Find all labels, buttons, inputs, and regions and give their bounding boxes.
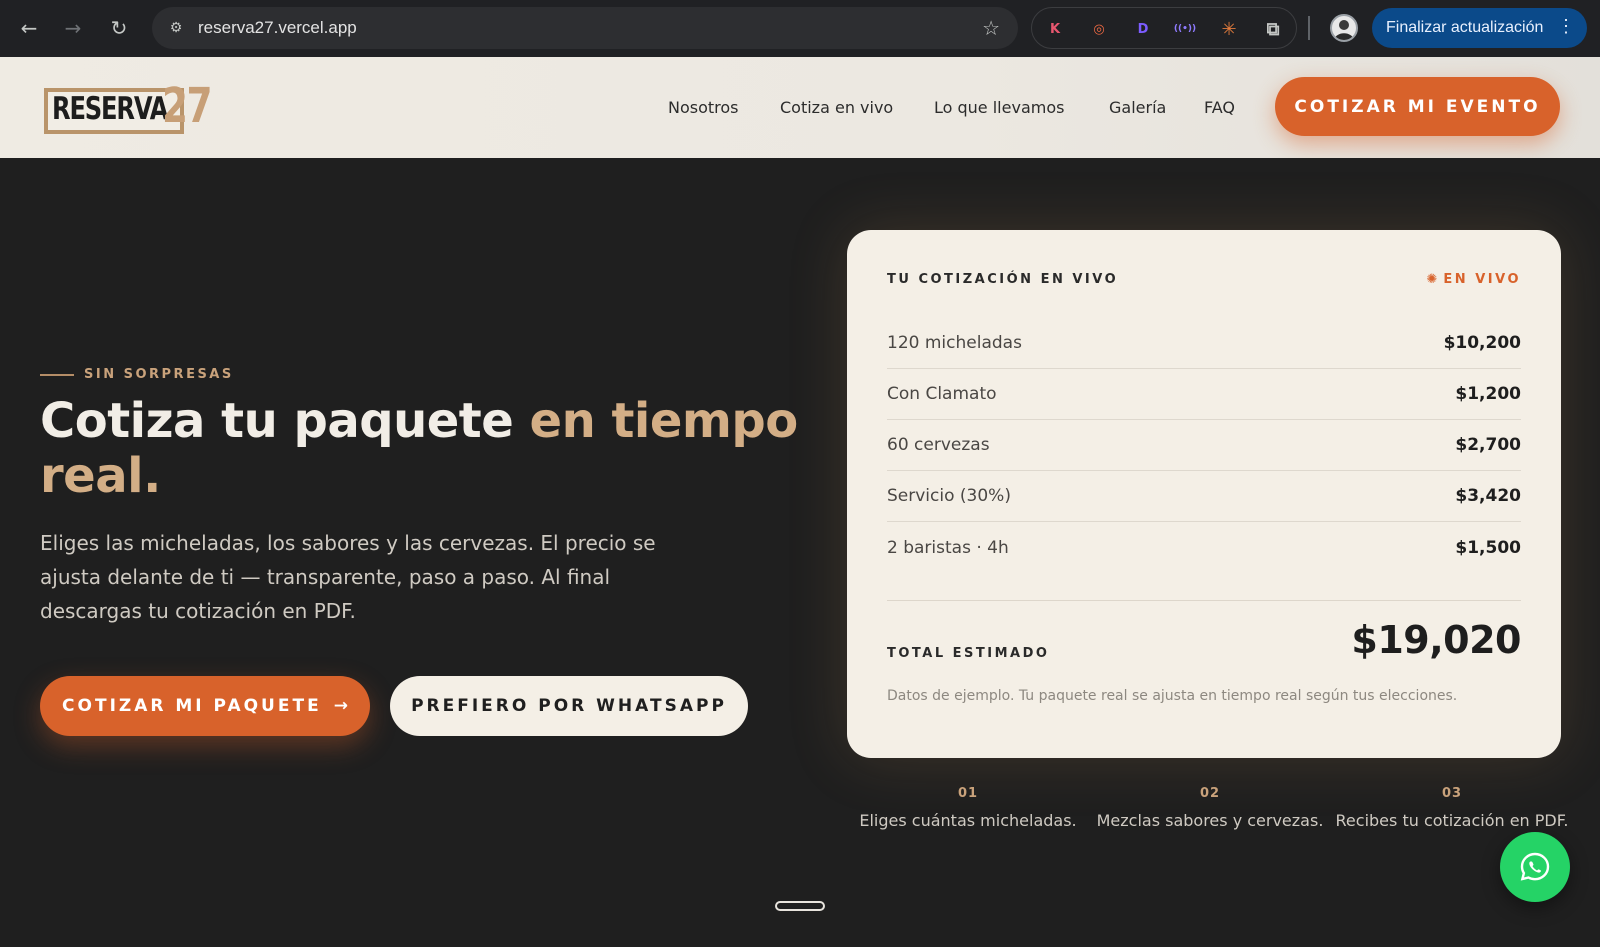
- eyebrow-text: SIN SORPRESAS: [84, 367, 234, 382]
- puzzle-extension-icon[interactable]: ⧉: [1262, 18, 1284, 40]
- broadcast-extension-icon[interactable]: ((•)): [1174, 18, 1196, 40]
- update-button-label: Finalizar actualización: [1386, 19, 1544, 36]
- hero-headline: Cotiza tu paquete en tiempo real.: [40, 394, 800, 504]
- reload-icon[interactable]: ↻: [106, 15, 132, 41]
- eyebrow: SIN SORPRESAS: [40, 367, 234, 382]
- update-button[interactable]: Finalizar actualización ⋮: [1372, 8, 1587, 48]
- whatsapp-icon: [1520, 852, 1550, 881]
- site-header: RESERVA 27 Nosotros Cotiza en vivo Lo qu…: [0, 57, 1600, 158]
- address-bar[interactable]: ⚙ reserva27.vercel.app ☆: [152, 7, 1018, 49]
- d-extension-icon[interactable]: D: [1132, 18, 1154, 40]
- quote-row-label: Servicio (30%): [887, 486, 1011, 506]
- quote-row: 2 baristas · 4h $1,500: [887, 522, 1521, 573]
- cotizar-paquete-label: COTIZAR MI PAQUETE: [62, 696, 322, 716]
- step-item: 03 Recibes tu cotización en PDF.: [1331, 786, 1573, 832]
- hero-section: SIN SORPRESAS Cotiza tu paquete en tiemp…: [0, 158, 1600, 947]
- quote-row: 120 micheladas $10,200: [887, 318, 1521, 369]
- nav-link-cotiza-en-vivo[interactable]: Cotiza en vivo: [780, 98, 893, 117]
- logo[interactable]: RESERVA 27: [44, 78, 220, 135]
- quote-row-value: $10,200: [1443, 333, 1521, 353]
- nav-link-faq[interactable]: FAQ: [1204, 98, 1235, 117]
- k-extension-icon[interactable]: K: [1044, 18, 1066, 40]
- menu-dots-icon[interactable]: ⋮: [1557, 16, 1575, 37]
- logo-word: RESERVA: [52, 91, 168, 127]
- nav-link-nosotros[interactable]: Nosotros: [668, 98, 739, 117]
- whatsapp-floating-button[interactable]: [1500, 832, 1570, 902]
- cotizar-paquete-button[interactable]: COTIZAR MI PAQUETE →: [40, 676, 370, 736]
- step-item: 01 Eliges cuántas micheladas.: [847, 786, 1089, 832]
- quote-row-label: Con Clamato: [887, 384, 997, 404]
- live-badge-label: EN VIVO: [1443, 272, 1521, 287]
- forward-arrow-icon[interactable]: →: [60, 15, 86, 41]
- step-text: Mezclas sabores y cervezas.: [1096, 811, 1324, 830]
- headline-start: Cotiza tu paquete: [40, 393, 530, 449]
- instagram-extension-icon[interactable]: ◎: [1088, 18, 1110, 40]
- quote-row-value: $1,200: [1455, 384, 1521, 404]
- sparkle-extension-icon[interactable]: ✳: [1218, 18, 1240, 40]
- hero-lead: Eliges las micheladas, los sabores y las…: [40, 531, 656, 623]
- eyebrow-line: [40, 373, 74, 376]
- quote-row-value: $3,420: [1455, 486, 1521, 506]
- quote-row-value: $1,500: [1455, 537, 1521, 558]
- step-number: 01: [957, 786, 979, 801]
- live-badge: ✺ EN VIVO: [1427, 272, 1521, 287]
- arrow-right-icon: →: [333, 696, 348, 716]
- nav-link-lo-que-llevamos[interactable]: Lo que llevamos: [934, 98, 1064, 117]
- quote-row: 60 cervezas $2,700: [887, 420, 1521, 471]
- back-arrow-icon[interactable]: ←: [16, 15, 42, 41]
- quote-card: TU COTIZACIÓN EN VIVO ✺ EN VIVO 120 miche…: [847, 230, 1561, 758]
- quote-row: Servicio (30%) $3,420: [887, 471, 1521, 522]
- steps: 01 Eliges cuántas micheladas. 02 Mezclas…: [847, 786, 1575, 832]
- quote-row-label: 120 micheladas: [887, 333, 1022, 353]
- step-text: Recibes tu cotización en PDF.: [1335, 811, 1569, 830]
- quote-row-label: 60 cervezas: [887, 435, 990, 455]
- quote-divider: [887, 600, 1521, 601]
- scroll-indicator[interactable]: [775, 901, 825, 911]
- bookmark-star-icon[interactable]: ☆: [982, 16, 1000, 40]
- nav-link-galeria[interactable]: Galería: [1109, 98, 1166, 117]
- sparkle-icon: ✺: [1426, 272, 1438, 287]
- site-info-icon[interactable]: ⚙: [166, 18, 186, 38]
- quote-card-title: TU COTIZACIÓN EN VIVO: [887, 272, 1119, 287]
- logo-number: 27: [162, 78, 213, 134]
- quote-items: 120 micheladas $10,200 Con Clamato $1,20…: [887, 318, 1521, 573]
- step-number: 02: [1199, 786, 1221, 801]
- profile-avatar-icon: [1334, 20, 1354, 40]
- url-text[interactable]: reserva27.vercel.app: [198, 18, 357, 38]
- step-number: 03: [1441, 786, 1463, 801]
- quote-row-value: $2,700: [1455, 435, 1521, 455]
- extensions-group: K ◎ D ((•)) ✳ ⧉: [1031, 7, 1297, 49]
- total-label: TOTAL ESTIMADO: [887, 646, 1050, 661]
- profile-avatar[interactable]: [1330, 14, 1358, 42]
- whatsapp-preference-button[interactable]: PREFIERO POR WHATSAPP: [390, 676, 748, 736]
- quote-row: Con Clamato $1,200: [887, 369, 1521, 420]
- cotizar-evento-button[interactable]: COTIZAR MI EVENTO: [1275, 77, 1560, 136]
- step-text: Eliges cuántas micheladas.: [859, 811, 1077, 830]
- quote-note: Datos de ejemplo. Tu paquete real se aju…: [887, 688, 1458, 704]
- quote-row-label: 2 baristas · 4h: [887, 537, 1009, 558]
- toolbar-separator: [1308, 16, 1310, 40]
- step-item: 02 Mezclas sabores y cervezas.: [1089, 786, 1331, 832]
- browser-toolbar: ← → ↻ ⚙ reserva27.vercel.app ☆ K ◎ D ((•…: [0, 0, 1600, 57]
- total-value: $19,020: [1351, 618, 1521, 662]
